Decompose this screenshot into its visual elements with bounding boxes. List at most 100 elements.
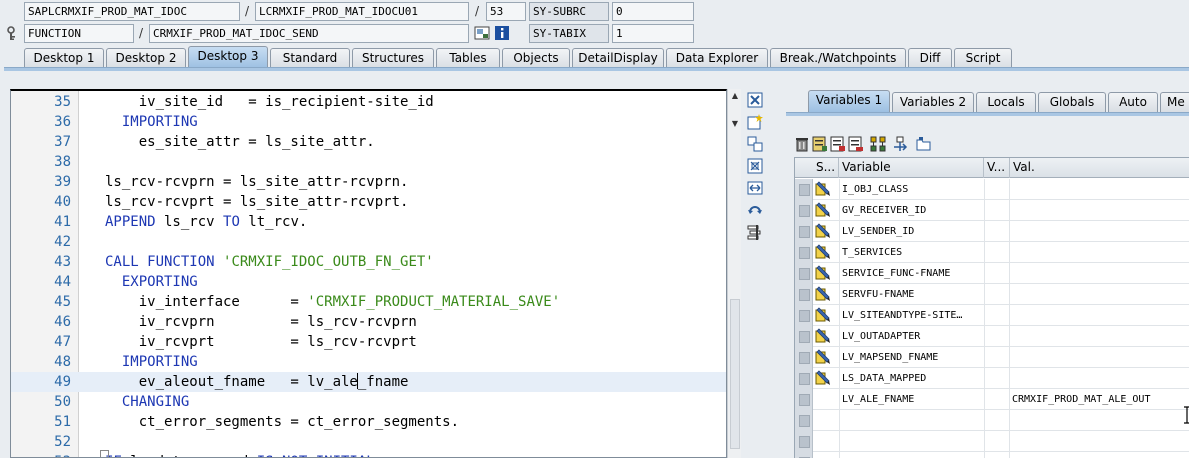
scroll-thumb[interactable] — [730, 299, 740, 449]
variable-name[interactable]: LV_OUTADAPTER — [839, 326, 982, 347]
variable-value[interactable]: CRMXIF_PROD_MAT_ALE_OUT — [1010, 389, 1189, 410]
table-row[interactable]: LV_ALE_FNAME CRMXIF_PROD_MAT_ALE_OUT — [795, 389, 1189, 410]
variable-name[interactable]: LV_ALE_FNAME — [839, 389, 982, 410]
table-row[interactable]: LV_SITEANDTYPE-SITE… — [795, 305, 1189, 326]
include-field[interactable]: LCRMXIF_PROD_MAT_IDOCU01 — [255, 2, 469, 21]
code-line[interactable]: 42 — [11, 232, 726, 252]
code-line[interactable]: 52 — [11, 432, 726, 452]
swap-tool-icon[interactable] — [747, 136, 763, 152]
detail-view-icon[interactable] — [812, 136, 828, 152]
code-line[interactable]: 37 es_site_attr = ls_site_attr. — [11, 132, 726, 152]
code-line[interactable]: 35 iv_site_id = is_recipient-site_id — [11, 92, 726, 112]
table-row[interactable]: LS_DATA_MAPPED — [795, 368, 1189, 389]
code-line[interactable]: 39 ls_rcv-rcvprn = ls_site_attr-rcvprn. — [11, 172, 726, 192]
row-selector[interactable] — [795, 242, 813, 263]
change-value-icon[interactable] — [815, 181, 833, 198]
table-row[interactable]: LV_OUTADAPTER — [795, 326, 1189, 347]
tab-detaildisplay[interactable]: DetailDisplay — [572, 48, 664, 68]
table-row[interactable] — [795, 410, 1189, 431]
variable-name[interactable] — [839, 410, 982, 431]
variable-value[interactable] — [1010, 284, 1189, 305]
code-line[interactable]: 46 iv_rcvprn = ls_rcv-rcvprn — [11, 312, 726, 332]
row-selector[interactable] — [795, 179, 813, 200]
source-code-editor[interactable]: 35 iv_site_id = is_recipient-site_id 36 I… — [10, 89, 727, 458]
change-value-icon[interactable] — [815, 370, 833, 387]
tab-desktop-3[interactable]: Desktop 3 — [188, 46, 268, 68]
sysvar-name-field[interactable]: SY-TABIX — [529, 24, 609, 43]
editor-scrollbar[interactable]: ▲ ▼ — [727, 89, 741, 458]
code-line[interactable]: 48 IMPORTING — [11, 352, 726, 372]
tab-standard[interactable]: Standard — [270, 48, 350, 68]
variable-value[interactable] — [1010, 221, 1189, 242]
change-value-icon[interactable] — [815, 265, 833, 282]
row-selector[interactable] — [795, 305, 813, 326]
widen-tool-icon[interactable] — [747, 180, 763, 196]
variable-name[interactable]: SERVFU-FNAME — [839, 284, 982, 305]
row-selector[interactable] — [795, 221, 813, 242]
row-selector[interactable] — [795, 263, 813, 284]
tab-structures[interactable]: Structures — [352, 48, 434, 68]
variable-name[interactable] — [839, 452, 982, 458]
close-tool-icon[interactable] — [747, 92, 763, 108]
info-icon[interactable] — [494, 25, 510, 41]
change-value-icon[interactable] — [815, 307, 833, 324]
navigate-icon[interactable] — [892, 136, 908, 152]
table-row[interactable] — [795, 452, 1189, 458]
code-line[interactable]: 36 IMPORTING — [11, 112, 726, 132]
table-row[interactable]: SERVFU-FNAME — [795, 284, 1189, 305]
tab-break-watchpoints[interactable]: Break./Watchpoints — [770, 48, 906, 68]
line-number-field[interactable]: 53 — [486, 2, 526, 21]
event-type-field[interactable]: FUNCTION — [24, 24, 134, 43]
change-value-icon[interactable] — [815, 244, 833, 261]
sysvar-value-field[interactable]: 1 — [612, 24, 694, 43]
column-header-status[interactable]: S... — [813, 158, 839, 178]
tab-data-explorer[interactable]: Data Explorer — [666, 48, 768, 68]
code-line[interactable]: 45 iv_interface = 'CRMXIF_PRODUCT_MATERI… — [11, 292, 726, 312]
row-selector[interactable] — [795, 431, 813, 452]
column-header-variable[interactable]: Variable — [839, 158, 984, 178]
variable-name[interactable]: I_OBJ_CLASS — [839, 179, 982, 200]
tab-desktop-2[interactable]: Desktop 2 — [106, 48, 186, 68]
list-view-icon[interactable] — [848, 136, 864, 152]
program-field[interactable]: SAPLCRMXIF_PROD_MAT_IDOC — [24, 2, 240, 21]
code-line[interactable]: 40 ls_rcv-rcvprt = ls_site_attr-rcvprt. — [11, 192, 726, 212]
refresh-tool-icon[interactable] — [747, 202, 763, 218]
code-line[interactable]: 50 CHANGING — [11, 392, 726, 412]
row-selector[interactable] — [795, 452, 813, 458]
open-folder-icon[interactable] — [916, 136, 932, 152]
variable-value[interactable] — [1010, 368, 1189, 389]
hierarchy-icon[interactable] — [870, 136, 886, 152]
sysvar-name-field[interactable]: SY-SUBRC — [529, 2, 609, 21]
sysvar-value-field[interactable]: 0 — [612, 2, 694, 21]
table-row[interactable] — [795, 431, 1189, 452]
fold-toggle-icon[interactable] — [100, 450, 109, 457]
tab-desktop-1[interactable]: Desktop 1 — [24, 48, 104, 68]
table-row[interactable]: LV_SENDER_ID — [795, 221, 1189, 242]
tab-globals[interactable]: Globals — [1038, 92, 1106, 112]
row-selector[interactable] — [795, 368, 813, 389]
display-source-icon[interactable] — [474, 25, 490, 41]
variable-value[interactable] — [1010, 431, 1189, 452]
row-selector[interactable] — [795, 410, 813, 431]
variable-value[interactable] — [1010, 452, 1189, 458]
variable-name[interactable]: LV_SENDER_ID — [839, 221, 982, 242]
variable-value[interactable] — [1010, 263, 1189, 284]
change-value-icon[interactable] — [815, 286, 833, 303]
tab-diff[interactable]: Diff — [908, 48, 952, 68]
variables-grid[interactable]: S... Variable V... Val. I_OBJ_CLASS GV_RE… — [794, 157, 1189, 458]
tab-me[interactable]: Me — [1160, 92, 1189, 112]
table-row[interactable]: I_OBJ_CLASS — [795, 179, 1189, 200]
variable-value[interactable] — [1010, 410, 1189, 431]
variable-value[interactable] — [1010, 347, 1189, 368]
table-row[interactable]: LV_MAPSEND_FNAME — [795, 347, 1189, 368]
new-tool-icon[interactable] — [747, 114, 763, 130]
tab-objects[interactable]: Objects — [502, 48, 570, 68]
tab-locals[interactable]: Locals — [976, 92, 1036, 112]
variable-value[interactable] — [1010, 305, 1189, 326]
event-name-field[interactable]: CRMXIF_PROD_MAT_IDOC_SEND — [149, 24, 469, 43]
row-selector[interactable] — [795, 347, 813, 368]
delete-icon[interactable] — [794, 136, 810, 152]
variable-name[interactable]: LV_SITEANDTYPE-SITE… — [839, 305, 982, 326]
variable-name[interactable]: T_SERVICES — [839, 242, 982, 263]
code-line[interactable]: 44 EXPORTING — [11, 272, 726, 292]
